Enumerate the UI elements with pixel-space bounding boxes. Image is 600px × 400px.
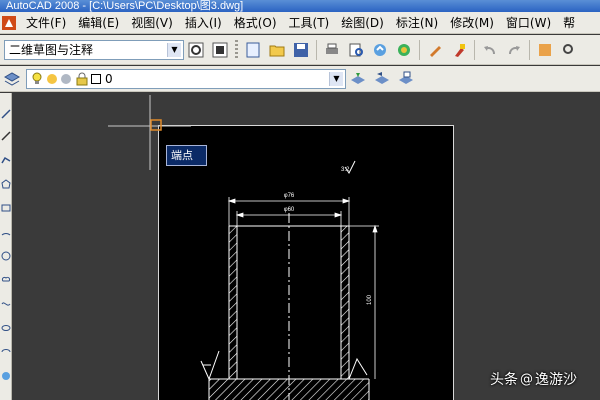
- polyline-tool-icon[interactable]: [1, 155, 11, 165]
- menu-file[interactable]: 文件(F): [20, 12, 72, 33]
- brush-icon: [455, 43, 465, 57]
- spline-tool-icon[interactable]: [1, 299, 11, 309]
- rectangle-tool-icon[interactable]: [1, 203, 11, 213]
- layer-previous-icon: [375, 71, 389, 84]
- pencil-icon: [430, 45, 441, 57]
- match-properties-button[interactable]: [449, 40, 469, 60]
- dimension-text-outer: φ76: [284, 193, 295, 199]
- plot-button[interactable]: [322, 40, 342, 60]
- window-title: AutoCAD 2008 - [C:\Users\PC\Desktop\图3.d…: [6, 0, 244, 12]
- arc-tool-icon[interactable]: [1, 227, 11, 237]
- menu-edit[interactable]: 编辑(E): [72, 12, 125, 33]
- open-button[interactable]: [267, 40, 287, 60]
- menu-bar: 文件(F) 编辑(E) 视图(V) 插入(I) 格式(O) 工具(T) 绘图(D…: [0, 12, 600, 34]
- toolbar-separator: [316, 39, 317, 60]
- workspace-dropdown[interactable]: 二维草图与注释 ▼: [4, 39, 184, 60]
- title-bar: AutoCAD 2008 - [C:\Users\PC\Desktop\图3.d…: [0, 0, 600, 12]
- menu-insert[interactable]: 插入(I): [179, 12, 228, 33]
- lightbulb-icon: [32, 72, 42, 84]
- workspace-selected: 二维草图与注释: [9, 43, 94, 57]
- workspace-settings-button[interactable]: [186, 40, 206, 60]
- new-file-icon: [246, 42, 260, 57]
- dimension-text-height: 100: [367, 294, 373, 305]
- toolbar-separator: [419, 39, 420, 60]
- ellipse-arc-tool-icon[interactable]: [1, 347, 11, 357]
- menu-format[interactable]: 格式(O): [228, 12, 283, 33]
- layer-properties-button[interactable]: [2, 69, 22, 89]
- insert-block-tool-icon[interactable]: [1, 371, 11, 381]
- toolbar-separator: [474, 39, 475, 60]
- menu-modify[interactable]: 修改(M): [444, 12, 500, 33]
- redo-button[interactable]: [504, 40, 524, 60]
- layer-previous-button[interactable]: [372, 69, 392, 89]
- pan-icon: [539, 43, 551, 56]
- menu-tools[interactable]: 工具(T): [283, 12, 336, 33]
- chevron-down-icon[interactable]: ▼: [329, 71, 343, 86]
- 3d-dwf-button[interactable]: [394, 40, 414, 60]
- roughness-text: 3.2: [341, 167, 350, 173]
- save-icon: [294, 42, 308, 57]
- layer-current-icon: [351, 72, 365, 84]
- publish-button[interactable]: [370, 40, 390, 60]
- save-button[interactable]: [291, 40, 311, 60]
- line-tool-icon[interactable]: [1, 109, 11, 119]
- publish-icon: [374, 43, 386, 56]
- watermark-prefix: 头条: [490, 372, 518, 388]
- menu-help[interactable]: 帮: [557, 12, 581, 33]
- gear-icon: [188, 42, 204, 57]
- menu-dimension[interactable]: 标注(N): [390, 12, 444, 33]
- layers-icon: [4, 71, 20, 86]
- grid-icon: [212, 42, 228, 57]
- layer-states-button[interactable]: [396, 69, 416, 89]
- chevron-down-icon[interactable]: ▼: [167, 42, 181, 57]
- drawing-canvas[interactable]: φ76 φ60 100 3.2: [13, 93, 600, 400]
- dimension-height: [349, 224, 379, 379]
- layer-dropdown[interactable]: 0 ▼: [26, 68, 346, 89]
- current-layer-name: 0: [105, 71, 113, 86]
- layer-states-icon: [399, 71, 413, 84]
- zoom-button[interactable]: [559, 40, 579, 60]
- revision-cloud-tool-icon[interactable]: [1, 275, 11, 285]
- globe-icon: [398, 43, 410, 56]
- watermark: 头条 @ 逸游沙: [490, 369, 577, 389]
- dimension-text-inner: φ60: [284, 207, 295, 213]
- lock-icon: [76, 72, 88, 85]
- toolbar-grip[interactable]: [235, 39, 238, 60]
- make-object-layer-current-button[interactable]: [348, 69, 368, 89]
- autocad-app-icon[interactable]: [2, 15, 16, 30]
- menu-view[interactable]: 视图(V): [125, 12, 179, 33]
- sun-icon: [47, 73, 57, 84]
- menu-window[interactable]: 窗口(W): [500, 12, 557, 33]
- undo-icon: [484, 45, 495, 54]
- layers-toolbar: 0 ▼: [0, 66, 600, 92]
- standard-toolbar: 二维草图与注释 ▼: [0, 35, 600, 65]
- workspace-save-button[interactable]: [210, 40, 230, 60]
- folder-icon: [269, 45, 285, 56]
- new-button[interactable]: [243, 40, 263, 60]
- undo-button[interactable]: [480, 40, 500, 60]
- model-space[interactable]: φ76 φ60 100 3.2 端点: [13, 93, 600, 400]
- watermark-name: 逸游沙: [535, 372, 577, 388]
- plot-preview-button[interactable]: [346, 40, 366, 60]
- zoom-icon: [563, 43, 573, 54]
- ellipse-tool-icon[interactable]: [1, 323, 11, 333]
- freeze-icon: [61, 73, 71, 84]
- construction-line-tool-icon[interactable]: [1, 131, 11, 141]
- cut-button[interactable]: [425, 40, 445, 60]
- pan-button[interactable]: [535, 40, 555, 60]
- watermark-at: @: [520, 371, 533, 387]
- osnap-tooltip: 端点: [166, 145, 207, 166]
- osnap-endpoint-marker: [150, 119, 162, 131]
- toolbar-separator: [529, 39, 530, 60]
- menu-draw[interactable]: 绘图(D): [335, 12, 390, 33]
- preview-icon: [349, 43, 363, 56]
- printer-icon: [326, 43, 338, 54]
- draw-toolbar: [0, 93, 12, 400]
- redo-icon: [509, 45, 520, 54]
- color-swatch-icon: [91, 73, 101, 84]
- polygon-tool-icon[interactable]: [1, 179, 11, 189]
- circle-tool-icon[interactable]: [1, 251, 11, 261]
